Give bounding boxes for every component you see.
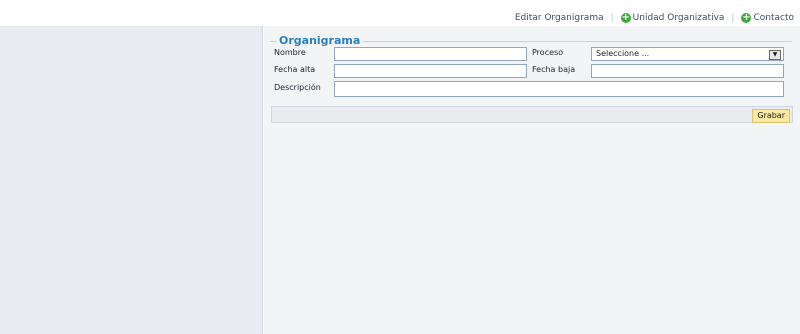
description-input[interactable] [334, 81, 784, 97]
name-label: Nombre [274, 48, 306, 57]
separator: | [731, 13, 735, 23]
end-date-input[interactable] [591, 64, 784, 78]
edit-organigram-link[interactable]: Editar Organigrama [515, 13, 604, 23]
process-label: Proceso [532, 48, 564, 57]
description-label: Descripción [274, 83, 321, 92]
plus-circle-icon: + [620, 12, 631, 23]
sidebar-panel [0, 26, 263, 334]
add-contact-label: Contacto [753, 13, 794, 23]
name-input[interactable] [334, 47, 527, 61]
separator: | [610, 13, 614, 23]
plus-circle-icon: + [741, 12, 752, 23]
process-select[interactable]: Seleccione ... ▼ [591, 47, 784, 61]
main-content: Organigrama Nombre Proceso Seleccione ..… [264, 26, 800, 334]
add-contact-link[interactable]: + Contacto [741, 13, 794, 23]
end-date-label: Fecha baja [532, 65, 576, 74]
process-selected-value: Seleccione ... [596, 49, 650, 58]
top-links: Editar Organigrama | + Unidad Organizativ… [515, 13, 794, 23]
chevron-down-icon[interactable]: ▼ [769, 50, 781, 60]
organigram-fieldset: Organigrama Nombre Proceso Seleccione ..… [270, 34, 792, 99]
fieldset-legend: Organigrama [276, 34, 364, 47]
edit-organigram-label: Editar Organigrama [514, 13, 604, 23]
start-date-input[interactable] [334, 64, 527, 78]
top-bar: Editar Organigrama | + Unidad Organizativ… [0, 0, 800, 26]
add-org-unit-link[interactable]: + Unidad Organizativa [620, 12, 725, 23]
save-button[interactable]: Grabar [752, 109, 790, 123]
action-bar: Grabar [271, 106, 793, 123]
start-date-label: Fecha alta [274, 65, 316, 74]
add-org-unit-label: Unidad Organizativa [632, 13, 725, 23]
